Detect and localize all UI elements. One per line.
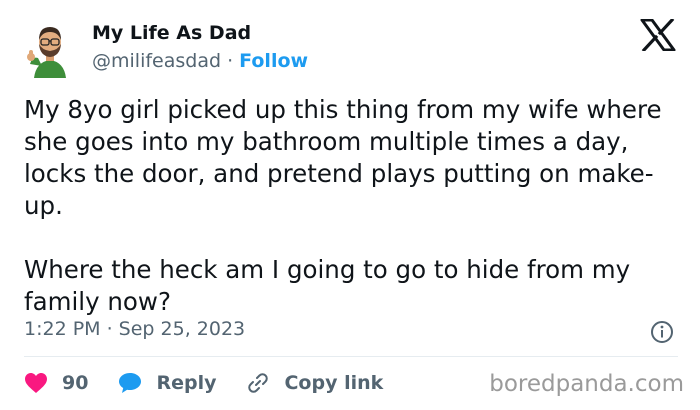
likes-count: 90 bbox=[62, 372, 89, 394]
boredpanda-watermark: boredpanda.com bbox=[489, 371, 684, 397]
author-avatar[interactable] bbox=[20, 20, 80, 80]
reply-button[interactable]: Reply bbox=[118, 372, 216, 394]
reply-bubble-icon bbox=[119, 373, 142, 393]
info-icon[interactable] bbox=[650, 320, 674, 344]
divider bbox=[24, 356, 678, 357]
like-button[interactable]: 90 bbox=[24, 372, 88, 394]
tweet-actions: 90 Reply Copy link bbox=[24, 368, 413, 398]
separator-dot: · bbox=[227, 50, 234, 72]
copy-link-button[interactable]: Copy link bbox=[246, 371, 383, 395]
heart-icon bbox=[25, 373, 47, 393]
tweet-text: My 8yo girl picked up this thing from my… bbox=[24, 94, 684, 318]
tweet-timestamp[interactable]: 1:22 PM · Sep 25, 2023 bbox=[24, 318, 245, 340]
author-name[interactable]: My Life As Dad bbox=[92, 22, 251, 44]
follow-button[interactable]: Follow bbox=[239, 50, 308, 72]
tweet-paragraph: Where the heck am I going to go to hide … bbox=[24, 255, 631, 316]
author-handle-row: @milifeasdad · Follow bbox=[92, 50, 308, 72]
copy-link-label: Copy link bbox=[284, 372, 384, 394]
author-handle[interactable]: @milifeasdad bbox=[92, 50, 221, 72]
x-logo-icon[interactable] bbox=[640, 19, 676, 51]
reply-label: Reply bbox=[156, 372, 217, 394]
link-icon bbox=[248, 373, 269, 393]
tweet-paragraph: My 8yo girl picked up this thing from my… bbox=[24, 95, 662, 220]
